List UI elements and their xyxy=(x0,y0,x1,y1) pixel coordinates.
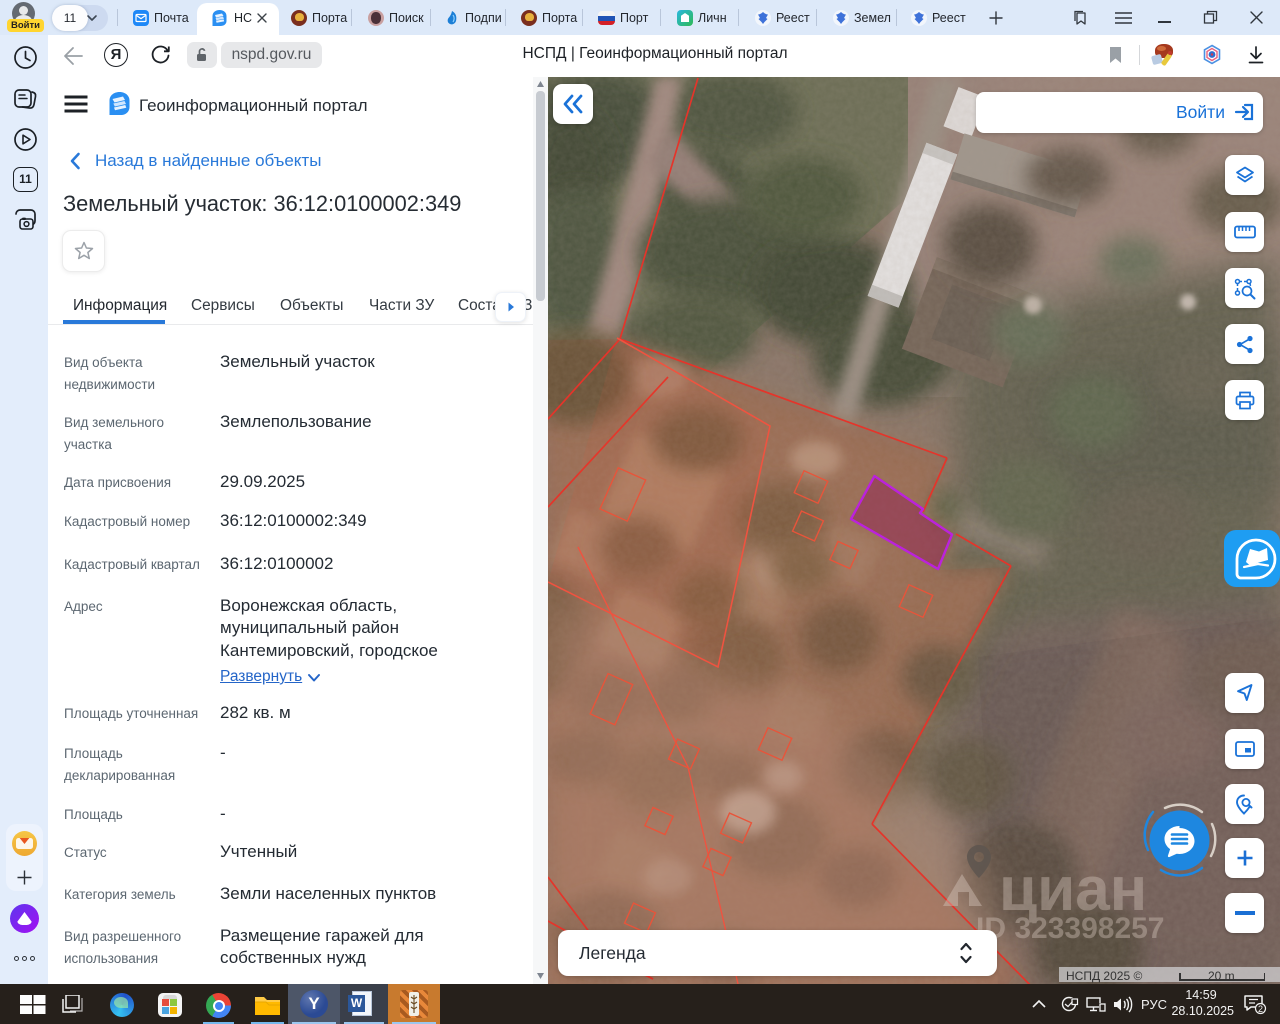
svg-text:2: 2 xyxy=(1258,1004,1263,1014)
svg-text:ID 323398257: ID 323398257 xyxy=(976,912,1165,945)
